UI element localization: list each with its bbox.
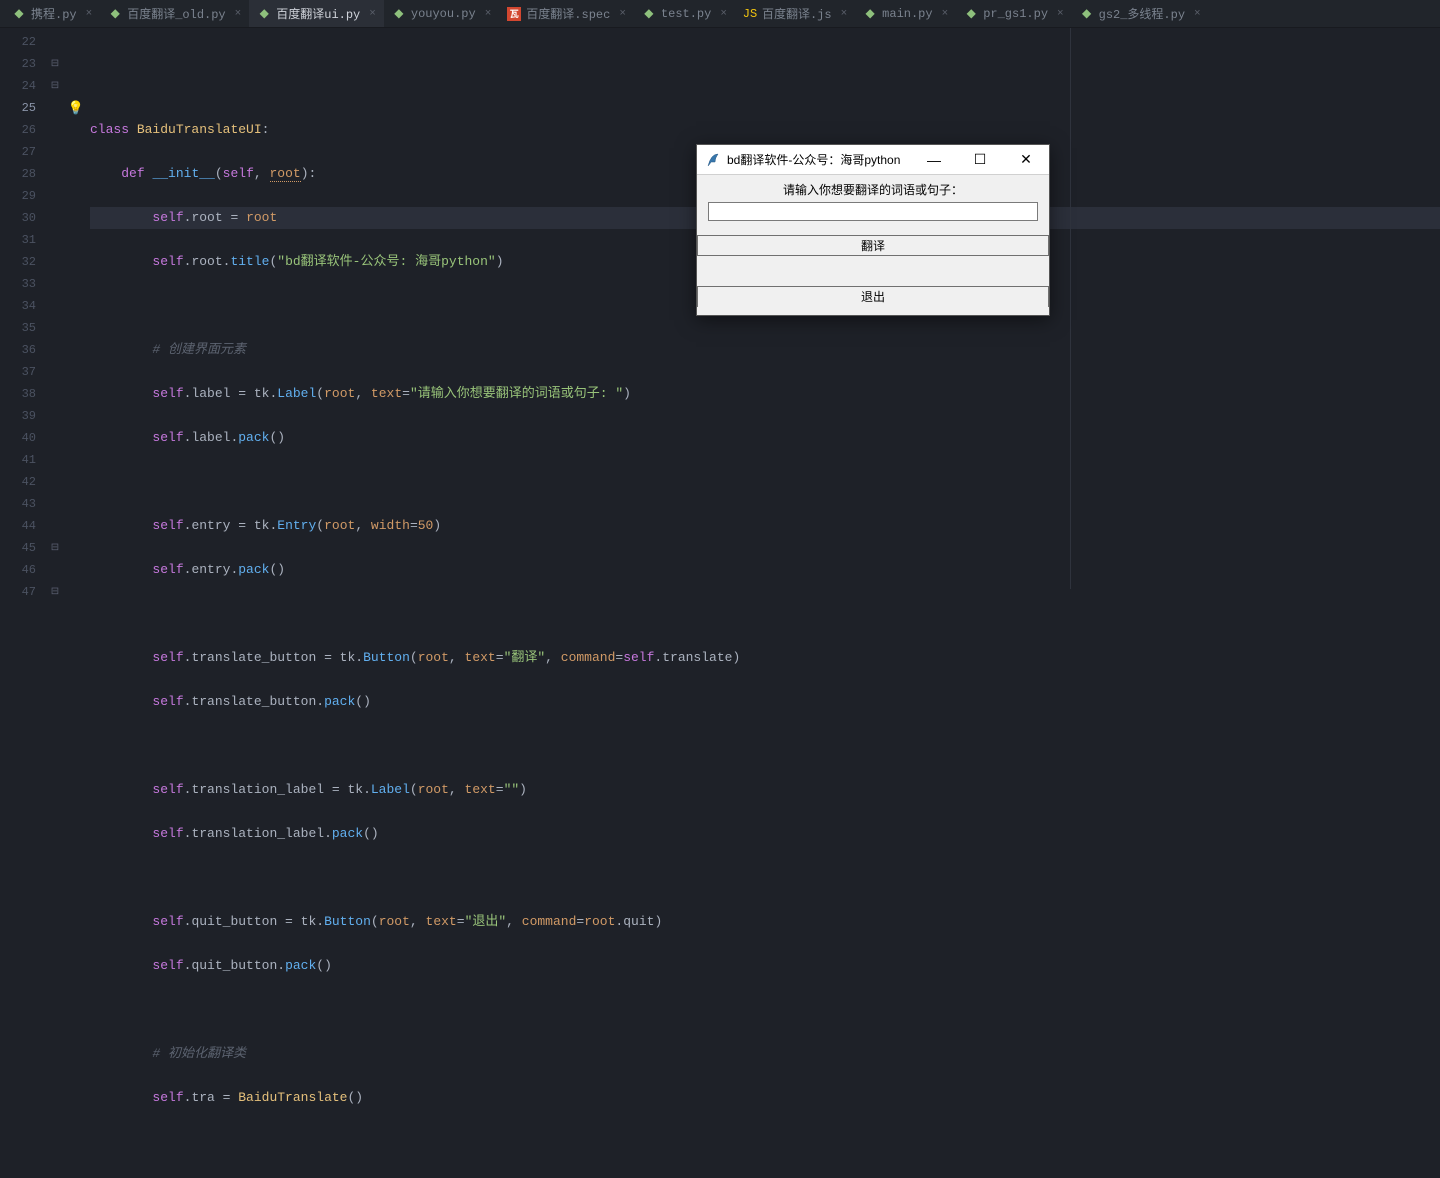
- tab-label: pr_gs1.py: [983, 7, 1048, 21]
- fold-marker[interactable]: ⊟: [48, 581, 62, 603]
- hint-gutter: 💡: [62, 28, 90, 589]
- tab-js[interactable]: JS 百度翻译.js ×: [735, 0, 855, 27]
- close-icon[interactable]: ×: [720, 8, 727, 20]
- tk-app-window: bd翻译软件-公众号：海哥python — ☐ ✕ 请输入你想要翻译的词语或句子…: [696, 144, 1050, 316]
- tk-prompt-label: 请输入你想要翻译的词语或句子：: [697, 179, 1049, 202]
- close-icon[interactable]: ×: [1057, 8, 1064, 20]
- maximize-button[interactable]: ☐: [957, 145, 1003, 175]
- python-icon: ◆: [392, 7, 406, 21]
- fold-marker[interactable]: ⊟: [48, 75, 62, 97]
- tk-translate-button[interactable]: 翻译: [697, 235, 1049, 256]
- close-icon[interactable]: ×: [369, 8, 376, 20]
- tab-xiecheng[interactable]: ◆ 携程.py ×: [4, 0, 100, 27]
- window-controls: — ☐ ✕: [911, 145, 1049, 175]
- tab-youyou[interactable]: ◆ youyou.py ×: [384, 0, 499, 27]
- tab-label: 百度翻译ui.py: [276, 5, 360, 22]
- fold-marker[interactable]: ⊟: [48, 53, 62, 75]
- tk-entry-input[interactable]: [708, 202, 1038, 221]
- tk-body: 请输入你想要翻译的词语或句子： 翻译 退出: [697, 175, 1049, 315]
- python-icon: ◆: [1080, 7, 1094, 21]
- spec-icon: 瓦: [507, 7, 521, 21]
- tab-gs2[interactable]: ◆ gs2_多线程.py ×: [1072, 0, 1209, 27]
- close-icon[interactable]: ×: [942, 8, 949, 20]
- tab-baidu-old[interactable]: ◆ 百度翻译_old.py ×: [100, 0, 249, 27]
- line-number-gutter: 22 23 24 25 26 27 28 29 30 31 32 33 34 3…: [0, 28, 48, 589]
- close-icon[interactable]: ×: [1194, 8, 1201, 20]
- close-icon[interactable]: ×: [86, 8, 93, 20]
- close-button[interactable]: ✕: [1003, 145, 1049, 175]
- tab-baidu-ui[interactable]: ◆ 百度翻译ui.py ×: [249, 0, 384, 27]
- tab-prgs1[interactable]: ◆ pr_gs1.py ×: [956, 0, 1071, 27]
- python-icon: ◆: [12, 7, 26, 21]
- tk-quit-button[interactable]: 退出: [697, 286, 1049, 307]
- tk-titlebar[interactable]: bd翻译软件-公众号：海哥python — ☐ ✕: [697, 145, 1049, 175]
- close-icon[interactable]: ×: [619, 8, 626, 20]
- tab-label: 百度翻译.spec: [526, 5, 610, 22]
- lightbulb-icon[interactable]: 💡: [68, 101, 84, 116]
- close-icon[interactable]: ×: [485, 8, 492, 20]
- tab-label: 携程.py: [31, 5, 77, 22]
- fold-gutter: ⊟ ⊟ ⊟ ⊟: [48, 28, 62, 589]
- python-icon: ◆: [642, 7, 656, 21]
- tab-spec[interactable]: 瓦 百度翻译.spec ×: [499, 0, 634, 27]
- close-icon[interactable]: ×: [235, 8, 242, 20]
- tk-feather-icon: [705, 152, 721, 168]
- tab-label: test.py: [661, 7, 711, 21]
- python-icon: ◆: [863, 7, 877, 21]
- right-margin-line: [1070, 28, 1071, 589]
- tab-label: 百度翻译_old.py: [127, 5, 225, 22]
- tab-test[interactable]: ◆ test.py ×: [634, 0, 735, 27]
- editor-tab-bar: ◆ 携程.py × ◆ 百度翻译_old.py × ◆ 百度翻译ui.py × …: [0, 0, 1440, 28]
- minimize-button[interactable]: —: [911, 145, 957, 175]
- python-icon: ◆: [257, 7, 271, 21]
- tab-label: 百度翻译.js: [762, 5, 832, 22]
- js-icon: JS: [743, 7, 757, 21]
- tk-window-title: bd翻译软件-公众号：海哥python: [727, 151, 911, 168]
- fold-end-marker[interactable]: ⊟: [48, 537, 62, 559]
- python-icon: ◆: [964, 7, 978, 21]
- close-icon[interactable]: ×: [841, 8, 848, 20]
- tab-main[interactable]: ◆ main.py ×: [855, 0, 956, 27]
- tab-label: gs2_多线程.py: [1099, 5, 1185, 22]
- tab-label: main.py: [882, 7, 932, 21]
- tab-label: youyou.py: [411, 7, 476, 21]
- python-icon: ◆: [108, 7, 122, 21]
